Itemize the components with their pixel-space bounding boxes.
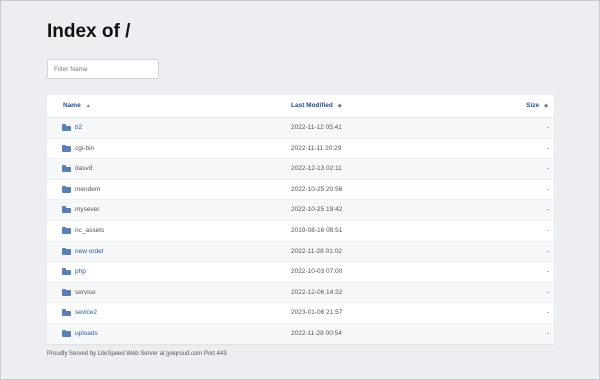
table-body: b2 2022-11-12 05:41 - cgi-bin 2022-11-11 20:… <box>47 118 554 344</box>
directory-link[interactable]: nc_assets <box>75 227 104 234</box>
last-modified-cell: 2022-11-12 05:41 <box>291 124 342 131</box>
size-cell: - <box>546 206 549 214</box>
table-row[interactable]: b2 2022-11-12 05:41 - <box>47 118 554 139</box>
folder-icon <box>62 247 71 256</box>
last-modified-cell: 2019-08-16 08:51 <box>291 226 343 234</box>
name-cell: sevice2 <box>75 303 97 323</box>
size-cell: - <box>546 288 549 296</box>
table-row[interactable]: php 2022-10-03 07:00 - <box>47 262 554 283</box>
name-cell: dasvd <box>75 159 92 179</box>
name-cell: php <box>75 262 86 282</box>
folder-icon <box>62 206 71 214</box>
last-modified-cell: 2022-10-03 07:00 <box>291 268 343 276</box>
last-modified-cell: 2023-01-06 21:57 <box>291 309 343 317</box>
directory-link[interactable]: b2 <box>75 124 82 131</box>
table-row[interactable]: service 2022-12-06 14:32 - <box>47 282 554 304</box>
table-row[interactable]: uploads 2022-11-28 00:54 - <box>47 323 554 344</box>
server-footer: Proudly Served by LiteSpeed Web Server a… <box>47 351 227 357</box>
page-title: Index of / <box>47 21 131 42</box>
sort-both-icon: ◆ <box>337 103 342 109</box>
name-cell: uploads <box>75 324 98 344</box>
table-row[interactable]: sevice2 2023-01-06 21:57 - <box>47 303 554 324</box>
name-header-label: Name <box>63 102 81 109</box>
size-cell: - <box>546 268 549 276</box>
size-cell: - <box>546 247 549 255</box>
size-cell: - <box>546 226 549 234</box>
last-modified-cell: 2022-12-06 14:32 <box>291 288 343 296</box>
folder-icon <box>62 288 71 297</box>
directory-link[interactable]: new order <box>75 248 104 255</box>
sort-by-modified-header[interactable]: Last Modified ◆ <box>291 95 342 117</box>
sort-both-icon: ◆ <box>544 103 548 109</box>
size-cell: - <box>546 124 549 131</box>
size-cell: - <box>546 185 549 193</box>
directory-link[interactable]: sevice2 <box>75 309 97 316</box>
filter-name-input[interactable] <box>47 59 159 79</box>
size-cell: - <box>546 329 549 337</box>
directory-link[interactable]: dasvd <box>75 165 92 172</box>
name-cell: service <box>75 283 96 303</box>
folder-icon <box>62 226 71 235</box>
directory-link[interactable]: mendem <box>75 186 100 193</box>
folder-icon <box>62 165 71 173</box>
file-table: Name ▲ Last Modified ◆ Size ◆ b2 2022-11-12 … <box>47 95 554 344</box>
folder-icon <box>62 144 71 153</box>
sort-by-size-header[interactable]: Size ◆ <box>526 95 548 117</box>
directory-link[interactable]: service <box>75 289 96 296</box>
table-row[interactable]: dasvd 2022-12-13 02:11 - <box>47 159 554 180</box>
size-cell: - <box>546 309 549 317</box>
last-modified-cell: 2022-10-25 20:56 <box>291 185 343 193</box>
size-cell: - <box>546 165 549 173</box>
sort-asc-icon: ▲ <box>85 103 91 109</box>
last-modified-cell: 2022-11-28 00:54 <box>291 329 342 337</box>
name-cell: mysever <box>75 200 100 220</box>
table-row[interactable]: cgi-bin 2022-11-11 20:29 - <box>47 139 554 160</box>
table-row[interactable]: nc_assets 2019-08-16 08:51 - <box>47 221 554 242</box>
directory-link[interactable]: cgi-bin <box>75 145 94 152</box>
folder-icon <box>62 309 71 317</box>
name-cell: mendem <box>75 180 100 200</box>
last-modified-cell: 2022-11-11 20:29 <box>291 144 342 152</box>
folder-icon <box>62 124 71 132</box>
directory-link[interactable]: php <box>75 268 86 275</box>
modified-header-label: Last Modified <box>291 102 333 109</box>
name-cell: b2 <box>75 118 82 138</box>
name-cell: cgi-bin <box>75 139 94 159</box>
table-header: Name ▲ Last Modified ◆ Size ◆ <box>47 95 554 118</box>
size-header-label: Size <box>526 102 540 109</box>
table-row[interactable]: new order 2022-11-28 01:02 - <box>47 241 554 263</box>
size-cell: - <box>546 144 549 152</box>
folder-icon <box>62 268 71 276</box>
table-row[interactable]: mysever 2022-10-25 19:42 - <box>47 200 554 221</box>
table-row[interactable]: mendem 2022-10-25 20:56 - <box>47 180 554 201</box>
last-modified-cell: 2022-10-25 19:42 <box>291 206 343 214</box>
last-modified-cell: 2022-12-13 02:11 <box>291 165 342 173</box>
directory-link[interactable]: uploads <box>75 330 98 337</box>
name-cell: nc_assets <box>75 221 104 241</box>
folder-icon <box>62 329 71 338</box>
last-modified-cell: 2022-11-28 01:02 <box>291 247 342 255</box>
sort-by-name-header[interactable]: Name ▲ <box>63 95 91 117</box>
directory-link[interactable]: mysever <box>75 206 100 213</box>
name-cell: new order <box>75 242 104 262</box>
folder-icon <box>62 185 71 194</box>
